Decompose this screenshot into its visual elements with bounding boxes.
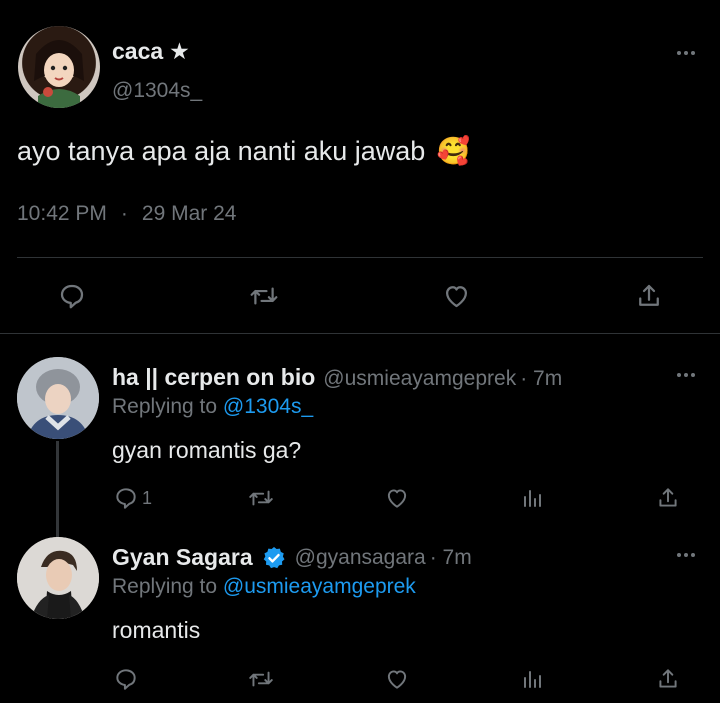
tweet-time[interactable]: 10:42 PM <box>17 202 107 226</box>
reply2-reply-button[interactable] <box>113 666 139 692</box>
reply1-display-name[interactable]: ha || cerpen on bio <box>112 364 315 391</box>
avatar-art <box>17 537 99 619</box>
main-tweet-avatar[interactable] <box>18 26 100 108</box>
reply2-retweet-button[interactable] <box>247 666 275 692</box>
reply-thread-line <box>56 441 59 538</box>
reply1-avatar[interactable] <box>17 357 99 439</box>
reply2-avatar[interactable] <box>17 537 99 619</box>
avatar-art <box>17 357 99 439</box>
main-retweet-button[interactable] <box>248 281 280 311</box>
like-icon <box>387 489 407 508</box>
like-icon <box>446 286 467 308</box>
analytics-icon <box>524 490 541 507</box>
reply2-more-icon[interactable] <box>674 550 698 560</box>
meta-separator: · <box>120 202 128 225</box>
reply2-replying-to[interactable]: @usmieayamgeprek <box>223 575 416 598</box>
reply1-reply-count: 1 <box>142 487 153 508</box>
reply-icon <box>60 284 84 309</box>
reply1-like-button[interactable] <box>384 485 410 511</box>
star-icon: ★ <box>169 38 190 64</box>
divider <box>0 333 720 334</box>
reply1-text: gyan romantis ga? <box>112 437 302 463</box>
reply1-share-button[interactable] <box>655 485 681 511</box>
reply2-views-button[interactable] <box>520 666 544 692</box>
smiling-face-hearts-icon: 🥰 <box>436 136 471 166</box>
main-like-button[interactable] <box>441 281 472 311</box>
reply2-age[interactable]: · 7m <box>430 546 472 570</box>
verified-badge-icon <box>263 546 285 568</box>
main-tweet-text: ayo tanya apa aja nanti aku jawab 🥰 <box>17 135 470 167</box>
reply-icon <box>116 488 136 509</box>
divider <box>17 257 703 258</box>
reply2-like-button[interactable] <box>384 666 410 692</box>
main-share-button[interactable] <box>634 281 664 311</box>
main-reply-button[interactable] <box>57 281 87 311</box>
share-icon <box>659 488 677 507</box>
reply2-display-name[interactable]: Gyan Sagara <box>112 544 253 571</box>
avatar-art <box>34 40 84 108</box>
main-tweet-handle[interactable]: @1304s_ <box>112 79 202 103</box>
reply1-replying-prefix: Replying to <box>112 395 218 418</box>
reply2-replying-prefix: Replying to <box>112 575 218 598</box>
retweet-icon <box>249 671 273 687</box>
main-tweet-more-icon[interactable] <box>674 48 698 58</box>
reply1-retweet-button[interactable] <box>247 485 275 511</box>
reply1-replying-to[interactable]: @1304s_ <box>223 395 313 418</box>
reply2-text: romantis <box>112 617 201 643</box>
retweet-icon <box>250 287 278 305</box>
like-icon <box>387 670 407 689</box>
reply-icon <box>116 669 136 690</box>
reply2-handle[interactable]: @gyansagara <box>295 546 426 570</box>
main-tweet-display-name[interactable]: caca <box>112 38 163 65</box>
reply2-share-button[interactable] <box>655 666 681 692</box>
tweet-date[interactable]: 29 Mar 24 <box>142 202 237 226</box>
analytics-icon <box>524 671 541 688</box>
reply1-reply-button[interactable]: 1 <box>113 485 152 511</box>
share-icon <box>639 284 659 306</box>
reply1-more-icon[interactable] <box>674 370 698 380</box>
main-tweet-text-content: ayo tanya apa aja nanti aku jawab <box>17 136 426 166</box>
reply1-age[interactable]: · 7m <box>520 367 562 391</box>
share-icon <box>659 669 677 688</box>
reply1-views-button[interactable] <box>520 485 544 511</box>
reply1-handle[interactable]: @usmieayamgeprek <box>323 367 516 391</box>
retweet-icon <box>249 490 273 506</box>
